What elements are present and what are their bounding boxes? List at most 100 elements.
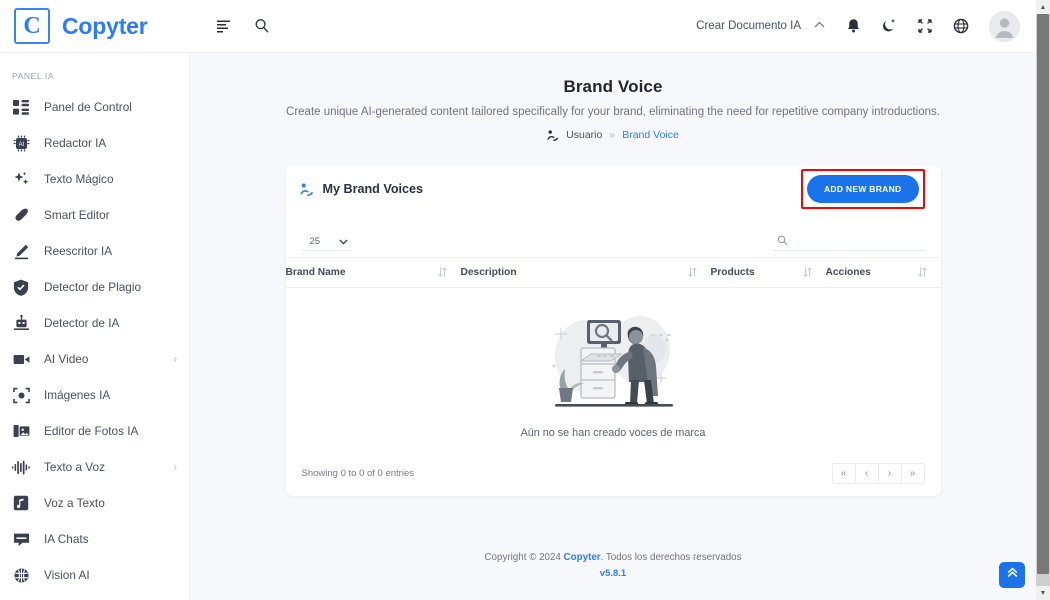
table-header-row: Brand Name Description Products Acciones — [285, 257, 941, 288]
avatar[interactable] — [989, 10, 1020, 42]
page-length-value: 25 — [309, 236, 321, 247]
copyright-text: Copyright © 2024 Copyter. Todos los dere… — [190, 552, 1036, 563]
sidebar-item-label: IA Chats — [44, 532, 89, 546]
sidebar-item-ia-chats[interactable]: IA Chats — [0, 521, 189, 557]
sidebar-item-texto-magico[interactable]: Texto Mágico — [0, 161, 189, 197]
chat-icon — [12, 530, 30, 548]
scrollbar-thumb[interactable] — [1037, 14, 1049, 574]
sidebar-item-reescritor-ia[interactable]: Reescritor IA — [0, 233, 189, 269]
sidebar-item-label: Reescritor IA — [44, 244, 113, 258]
add-new-brand-button[interactable]: ADD NEW BRAND — [806, 175, 919, 203]
sidebar-item-label: Panel de Control — [44, 100, 132, 114]
column-header-description[interactable]: Description — [460, 257, 711, 288]
last-page-button[interactable]: » — [900, 463, 925, 484]
column-header-products[interactable]: Products — [710, 257, 826, 288]
next-page-button[interactable]: › — [877, 463, 902, 484]
first-page-button[interactable]: « — [831, 463, 856, 484]
sort-icon[interactable] — [437, 266, 447, 279]
sort-icon[interactable] — [687, 266, 697, 279]
version-label: v5.8.1 — [599, 568, 627, 579]
user-avatar-icon — [989, 10, 1020, 42]
breadcrumb-root[interactable]: Usuario — [566, 129, 602, 141]
sidebar-item-redactor-ia[interactable]: AI Redactor IA — [0, 125, 189, 161]
page-footer: Copyright © 2024 Copyter. Todos los dere… — [190, 552, 1036, 579]
sidebar-item-imagenes-ia[interactable]: Imágenes IA — [0, 377, 189, 413]
page-title: Brand Voice — [563, 77, 663, 96]
top-header: C Copyter Crear Documento IA — [0, 0, 1036, 53]
logo-letter: C — [23, 13, 41, 39]
card-title-group: My Brand Voices — [299, 182, 424, 196]
vertical-scrollbar[interactable]: ▲ ▼ — [1036, 0, 1050, 600]
breadcrumb-separator: » — [609, 129, 616, 141]
scroll-to-top-button[interactable] — [999, 562, 1025, 588]
sidebar-item-detector-de-ia[interactable]: Detector de IA — [0, 305, 189, 341]
sidebar-item-panel-de-control[interactable]: Panel de Control — [0, 89, 189, 125]
sidebar-item-label: Redactor IA — [44, 136, 107, 150]
music-note-icon — [12, 494, 30, 512]
search-icon — [777, 235, 788, 246]
pencil-icon — [12, 242, 30, 260]
sidebar-section-title: PANEL IA — [12, 71, 55, 81]
scrollbar-down-arrow[interactable]: ▼ — [1036, 586, 1050, 600]
chip-ai-icon: AI — [12, 134, 30, 152]
sidebar-item-label: Editor de Fotos IA — [44, 424, 139, 438]
sidebar-item-label: AI Video — [44, 352, 89, 366]
sidebar-item-editor-de-fotos-ia[interactable]: Editor de Fotos IA — [0, 413, 189, 449]
sidebar-item-detector-de-plagio[interactable]: Detector de Plagio — [0, 269, 189, 305]
table-footer: Showing 0 to 0 of 0 entries « ‹ › » — [286, 453, 941, 486]
sidebar-item-label: Imágenes IA — [44, 388, 111, 402]
copyright-prefix: Copyright © 2024 — [484, 552, 564, 563]
sidebar-item-texto-a-voz[interactable]: Texto a Voz › — [0, 449, 189, 485]
empty-state: Aún no se han creado voces de marca — [286, 288, 941, 453]
add-new-brand-highlight: ADD NEW BRAND — [800, 169, 925, 209]
sidebar: PANEL IA Panel de Control AI Redactor IA… — [0, 53, 190, 600]
brand-voice-icon — [299, 183, 314, 196]
table-search[interactable] — [772, 235, 925, 251]
pen-icon — [12, 206, 30, 224]
card-header: My Brand Voices ADD NEW BRAND — [286, 165, 941, 213]
sparkles-icon — [12, 170, 30, 188]
photo-edit-icon — [12, 422, 30, 440]
bell-icon[interactable] — [846, 18, 861, 34]
sidebar-item-label: Detector de Plagio — [44, 280, 142, 294]
prev-page-button[interactable]: ‹ — [854, 463, 879, 484]
align-left-icon[interactable] — [216, 18, 232, 34]
chevron-double-up-icon — [1006, 566, 1019, 584]
waveform-icon — [12, 458, 30, 476]
breadcrumb-current[interactable]: Brand Voice — [622, 129, 679, 141]
sidebar-item-smart-editor[interactable]: Smart Editor — [0, 197, 189, 233]
chevron-right-icon: › — [173, 353, 177, 365]
globe-icon[interactable] — [953, 18, 969, 34]
breadcrumb: Usuario » Brand Voice — [190, 129, 1036, 141]
chevron-up-icon[interactable] — [813, 20, 826, 33]
sidebar-item-voz-a-texto[interactable]: Voz a Texto — [0, 485, 189, 521]
sort-icon[interactable] — [917, 266, 927, 279]
image-frame-icon — [12, 386, 30, 404]
create-document-label[interactable]: Crear Documento IA — [696, 20, 801, 32]
column-label: Acciones — [825, 267, 871, 278]
brand-zone[interactable]: C Copyter — [0, 0, 190, 53]
compress-icon[interactable] — [917, 18, 933, 34]
copyright-suffix: . Todos los derechos reservados — [600, 552, 742, 563]
column-label: Products — [710, 267, 755, 278]
sort-icon[interactable] — [802, 266, 812, 279]
search-input[interactable] — [793, 235, 921, 246]
sidebar-item-vision-ai[interactable]: Vision AI — [0, 557, 189, 593]
page-subtitle: Create unique AI-generated content tailo… — [286, 106, 940, 118]
scrollbar-up-arrow[interactable]: ▲ — [1036, 0, 1050, 14]
shield-check-icon — [12, 278, 30, 296]
sidebar-item-label: Smart Editor — [44, 208, 110, 222]
column-header-brand-name[interactable]: Brand Name — [285, 257, 461, 288]
sidebar-item-label: Vision AI — [44, 568, 90, 582]
page-length-select[interactable]: 25 — [301, 236, 352, 251]
brand-voice-icon — [547, 129, 559, 141]
sidebar-item-label: Texto Mágico — [44, 172, 114, 186]
sidebar-item-label: Voz a Texto — [44, 496, 105, 510]
moon-icon[interactable] — [881, 18, 897, 34]
page-header: Brand Voice Create unique AI-generated c… — [190, 53, 1036, 141]
empty-state-text: Aún no se han creado voces de marca — [520, 427, 706, 439]
search-icon[interactable] — [254, 18, 270, 34]
sidebar-item-ai-video[interactable]: AI Video › — [0, 341, 189, 377]
column-header-acciones[interactable]: Acciones — [825, 257, 941, 288]
card-title: My Brand Voices — [322, 182, 424, 196]
